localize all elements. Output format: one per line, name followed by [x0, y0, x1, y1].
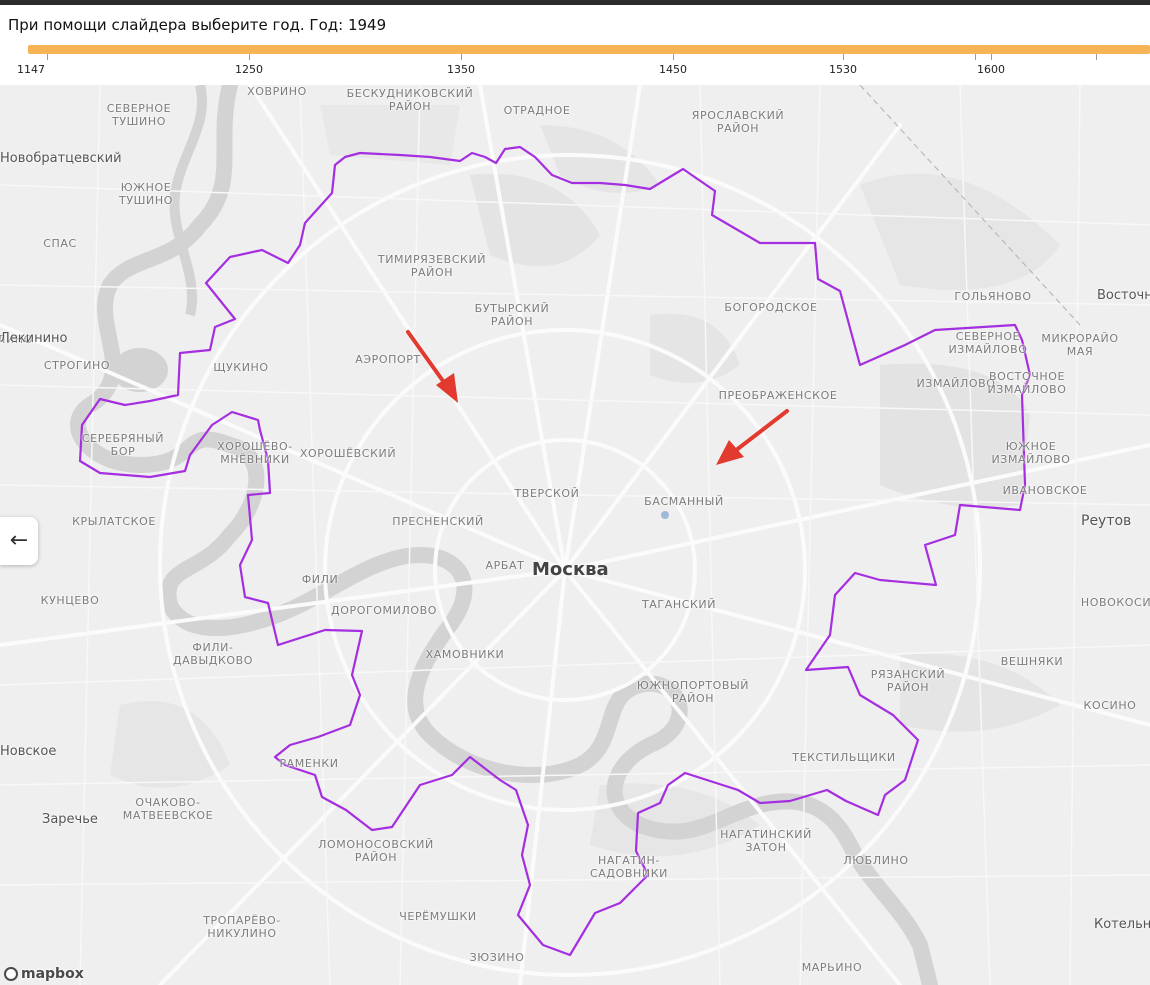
district-label: ИЗМАЙЛОВО: [916, 377, 996, 390]
town-label: Восточный: [1097, 288, 1150, 303]
district-label: КРЫЛАТСКОЕ: [72, 515, 156, 528]
district-label: РЯЗАНСКИЙ РАЙОН: [870, 668, 946, 694]
district-label: МИКРОРАЙО МАЯ: [1041, 332, 1119, 358]
district-label: ГОЛЬЯНОВО: [954, 290, 1032, 303]
town-label: Котельни: [1094, 917, 1150, 932]
district-label: ОТРАДНОЕ: [503, 104, 571, 117]
slider-tick-mark: [461, 54, 462, 60]
town-label: Новское: [0, 744, 57, 759]
slider-tick-label: 1450: [659, 63, 687, 76]
slider-tick-label: 1600: [977, 63, 1005, 76]
district-label: ЮЖНОЕ ТУШИНО: [119, 181, 173, 207]
district-label: НОВОКОСИ: [1080, 596, 1150, 609]
district-label: ЮЖНОЕ ИЗМАЙЛОВО: [991, 440, 1071, 466]
year-selector-panel: При помощи слайдера выберите год. Год: 1…: [0, 5, 1150, 85]
district-label: НАГАТИНСКИЙ ЗАТОН: [720, 828, 812, 854]
district-label: ТЕКСТИЛЬЩИКИ: [792, 751, 896, 764]
district-label: БОГОРОДСКОЕ: [724, 301, 818, 314]
town-label: Заречье: [42, 812, 98, 827]
map-base: [0, 85, 1150, 985]
district-label: СПАС: [43, 237, 77, 250]
slider-tick-label: 1350: [447, 63, 475, 76]
slider-tick-mark: [991, 54, 992, 60]
town-label: Лекинино: [0, 331, 68, 346]
slider-tick-label: 1530: [829, 63, 857, 76]
district-label: ОЧАКОВО- МАТВЕЕВСКОЕ: [122, 796, 214, 822]
district-label: ПРЕОБРАЖЕНСКОЕ: [718, 389, 838, 402]
district-label: КУНЦЕВО: [40, 594, 100, 607]
map-view[interactable]: ХОВРИНО БЕСКУДНИКОВСКИЙ РАЙОН ОТРАДНОЕ ЯРОС…: [0, 85, 1150, 985]
district-label: РАМЕНКИ: [279, 757, 339, 770]
back-button[interactable]: ←: [0, 517, 38, 565]
district-label: ФИЛИ: [301, 573, 339, 586]
back-arrow-icon: ←: [9, 528, 29, 553]
district-label: ИВАНОВСКОЕ: [1002, 484, 1088, 497]
district-label: ДОРОГОМИЛОВО: [331, 604, 437, 617]
slider-tick-mark: [843, 54, 844, 60]
district-label: СЕРЕБРЯНЫЙ БОР: [81, 432, 165, 458]
district-label: ТРОПАРЁВО- НИКУЛИНО: [203, 914, 281, 940]
district-label: ЩУКИНО: [213, 361, 269, 374]
year-slider[interactable]: [28, 45, 1150, 54]
district-label: БУТЫРСКИЙ РАЙОН: [474, 302, 550, 328]
district-label: БЕСКУДНИКОВСКИЙ РАЙОН: [346, 87, 474, 113]
district-label: ХОВРИНО: [247, 85, 307, 98]
slider-tick-mark: [47, 54, 48, 60]
district-label: ТИМИРЯЗЕВСКИЙ РАЙОН: [377, 253, 487, 279]
mapbox-wordmark: mapbox: [21, 966, 84, 982]
town-label: Реутов: [1081, 513, 1132, 529]
district-label: СЕВЕРНОЕ ИЗМАЙЛОВО: [948, 330, 1028, 356]
district-label: СЕВЕРНОЕ ТУШИНО: [106, 102, 172, 128]
slider-tick-mark: [673, 54, 674, 60]
slider-tick-mark: [249, 54, 250, 60]
district-label: ЮЖНОПОРТОВЫЙ РАЙОН: [636, 679, 750, 705]
mapbox-attribution[interactable]: mapbox: [4, 966, 84, 982]
slider-tick-mark: [975, 54, 976, 60]
district-label: АРБАТ: [485, 559, 525, 572]
district-label: ЛЮБЛИНО: [843, 854, 909, 867]
district-label: АЭРОПОРТ: [355, 353, 421, 366]
slider-tick-label: 1147: [17, 63, 45, 76]
district-label: БАСМАННЫЙ: [644, 495, 724, 508]
district-label: ЧЕРЁМУШКИ: [399, 910, 477, 923]
district-label: ХОРОШЁВО- МНЁВНИКИ: [217, 440, 293, 466]
district-label: НАГАТИН- САДОВНИКИ: [590, 854, 668, 880]
district-label: ХОРОШЁВСКИЙ: [299, 447, 397, 460]
district-label: ЗЮЗИНО: [469, 951, 525, 964]
slider-prompt: При помощи слайдера выберите год. Год: 1…: [8, 16, 387, 34]
district-label: ФИЛИ- ДАВЫДКОВО: [172, 641, 254, 667]
district-label: ВОСТОЧНОЕ ИЗМАЙЛОВО: [987, 370, 1067, 396]
district-label: ХАМОВНИКИ: [425, 648, 505, 661]
mapbox-logo-icon: [4, 967, 18, 981]
district-label: ТВЕРСКОЙ: [514, 487, 580, 500]
slider-tick-mark: [1096, 54, 1097, 60]
district-label: ЯРОСЛАВСКИЙ РАЙОН: [691, 109, 785, 135]
district-label: ЛОМОНОСОВСКИЙ РАЙОН: [318, 838, 434, 864]
district-label: ВЕШНЯКИ: [1000, 655, 1064, 668]
district-label: МАРЬИНО: [801, 961, 863, 974]
city-label-moscow: Москва: [532, 559, 609, 580]
slider-tick-label: 1250: [235, 63, 263, 76]
district-label: СТРОГИНО: [43, 359, 111, 372]
town-label: Новобратцевский: [0, 151, 122, 166]
district-label: КОСИНО: [1083, 699, 1137, 712]
district-label: ТАГАНСКИЙ: [641, 598, 717, 611]
district-label: ПРЕСНЕНСКИЙ: [392, 515, 484, 528]
